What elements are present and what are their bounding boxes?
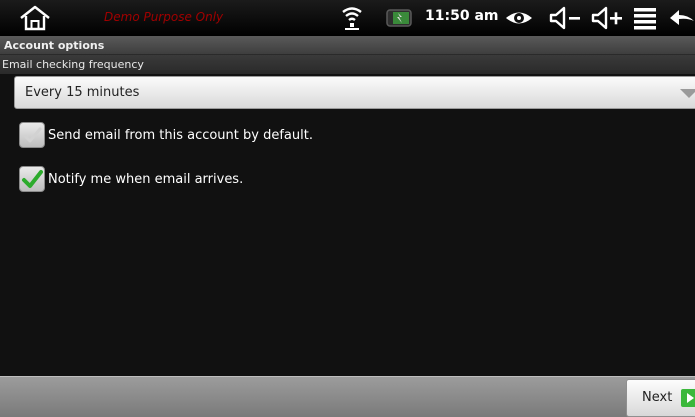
next-button[interactable]: Next xyxy=(626,379,695,417)
volume-down-icon[interactable] xyxy=(548,5,582,31)
default-account-option[interactable]: Send email from this account by default. xyxy=(19,121,313,149)
checkmark-unchecked-icon xyxy=(23,127,42,143)
default-account-label: Send email from this account by default. xyxy=(48,127,313,143)
section-title: Account options xyxy=(0,36,695,55)
eye-icon[interactable] xyxy=(504,5,534,31)
notify-label: Notify me when email arrives. xyxy=(48,171,244,187)
default-account-checkbox[interactable] xyxy=(19,122,45,148)
dropdown-arrow-icon xyxy=(680,89,695,98)
home-icon[interactable] xyxy=(18,4,52,32)
volume-up-icon[interactable] xyxy=(590,5,624,31)
next-arrow-icon xyxy=(681,389,695,407)
frequency-label: Email checking frequency xyxy=(0,55,695,74)
status-bar: Demo Purpose Only 11:50 am xyxy=(0,0,695,36)
wifi-icon xyxy=(342,7,362,30)
menu-icon[interactable] xyxy=(632,5,658,31)
next-label: Next xyxy=(642,390,673,405)
notify-checkbox[interactable] xyxy=(19,166,45,192)
checkmark-icon xyxy=(22,170,43,188)
battery-icon xyxy=(386,9,412,27)
back-icon[interactable] xyxy=(668,5,695,31)
frequency-spinner[interactable]: Every 15 minutes xyxy=(14,76,695,109)
clock: 11:50 am xyxy=(425,8,499,24)
frequency-value: Every 15 minutes xyxy=(25,85,140,100)
notify-option[interactable]: Notify me when email arrives. xyxy=(19,165,243,193)
watermark: Demo Purpose Only xyxy=(104,10,224,24)
bottom-bar xyxy=(0,376,695,417)
